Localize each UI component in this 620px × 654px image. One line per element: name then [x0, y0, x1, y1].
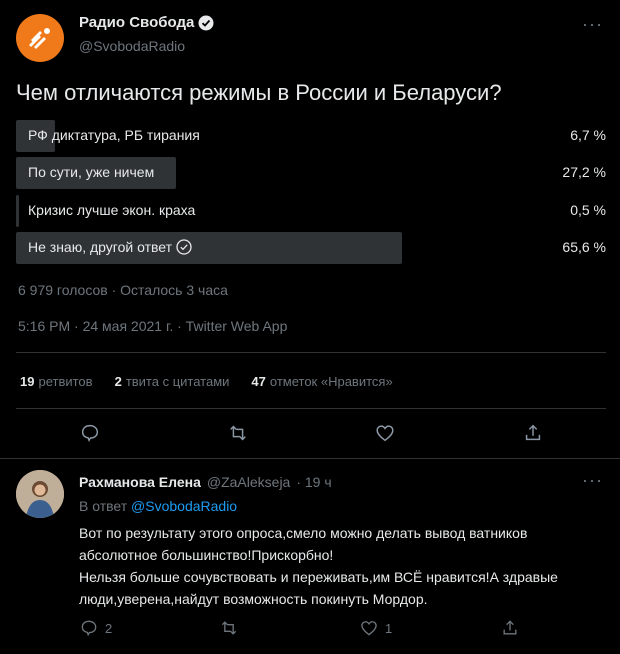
poll-option-label: Не знаю, другой ответ: [28, 239, 172, 255]
poll-option-4: Не знаю, другой ответ 65,6 %: [16, 232, 606, 264]
poll-option-percent: 6,7 %: [570, 127, 606, 143]
reply-icon[interactable]: [79, 422, 101, 444]
verified-badge-icon: [198, 15, 214, 30]
like-icon[interactable]: [374, 422, 396, 444]
tweet-timestamp[interactable]: 5:16 PM · 24 мая 2021 г. · Twitter Web A…: [18, 318, 287, 334]
divider: [0, 458, 620, 459]
reply-author-name: Рахманова Елена: [79, 474, 201, 490]
poll-option-percent: 65,6 %: [562, 239, 606, 255]
poll-bar-3: [16, 195, 19, 227]
reply-count: 2: [105, 620, 113, 636]
reply-time: · 19 ч: [296, 474, 332, 490]
poll-option-percent: 27,2 %: [562, 164, 606, 180]
reply-share-action[interactable]: [500, 618, 520, 638]
reply-more-options-icon[interactable]: ···: [582, 470, 603, 491]
divider: [16, 352, 606, 353]
reply-prefix: В ответ: [79, 498, 128, 514]
poll-option-label: РФ диктатура, РБ тирания: [28, 127, 200, 143]
poll-option-2: По сути, уже ничем 27,2 %: [16, 157, 606, 189]
author-name-text: Радио Свобода: [79, 14, 195, 31]
radio-svoboda-avatar[interactable]: [16, 14, 64, 62]
poll-option-1: РФ диктатура, РБ тирания 6,7 %: [16, 120, 606, 152]
retweet-icon: [221, 621, 237, 635]
reply-author-avatar[interactable]: [16, 470, 64, 518]
poll-option-label: По сути, уже ничем: [28, 164, 155, 180]
check-circle-icon: [176, 239, 192, 255]
reply-reply-action[interactable]: 2: [79, 618, 112, 638]
reply-text: Вот по результату этого опроса,смело мож…: [79, 525, 558, 607]
poll-question: Чем отличаются режимы в России и Беларус…: [16, 80, 502, 105]
reply-to-line: В ответ @SvobodaRadio: [79, 498, 237, 514]
reply-author[interactable]: Рахманова Елена @ZaAlekseja · 19 ч: [79, 474, 332, 490]
radio-svoboda-logo-icon: [29, 28, 50, 49]
likes-stat[interactable]: 47 отметок «Нравится»: [251, 374, 392, 389]
avatar-photo: [16, 470, 64, 518]
retweets-stat[interactable]: 19 ретвитов: [20, 374, 93, 389]
more-options-icon[interactable]: ···: [582, 14, 603, 35]
reply-icon: [81, 620, 97, 637]
divider: [16, 408, 606, 409]
reply-author-handle: @ZaAlekseja: [206, 474, 291, 490]
poll-option-label: Кризис лучше экон. краха: [28, 202, 196, 218]
reply-like-action[interactable]: 1: [359, 618, 392, 638]
share-icon[interactable]: [522, 422, 544, 444]
quotes-stat[interactable]: 2 твита с цитатами: [115, 374, 230, 389]
poll-option-3: Кризис лучше экон. краха 0,5 %: [16, 195, 606, 227]
like-icon: [361, 621, 377, 636]
tweet-stats: 19 ретвитов 2 твита с цитатами 47 отметок «…: [20, 374, 393, 389]
share-icon: [503, 620, 517, 635]
poll-meta: 6 979 голосов · Осталось 3 часа: [18, 282, 228, 298]
reply-to-link[interactable]: @SvobodaRadio: [131, 498, 237, 514]
tweet-author-handle[interactable]: @SvobodaRadio: [79, 38, 185, 54]
reply-retweet-action[interactable]: [219, 618, 239, 638]
tweet-author-name[interactable]: Радио Свобода: [79, 14, 214, 31]
retweet-icon[interactable]: [227, 422, 249, 444]
like-count: 1: [385, 620, 393, 636]
poll-option-percent: 0,5 %: [570, 202, 606, 218]
